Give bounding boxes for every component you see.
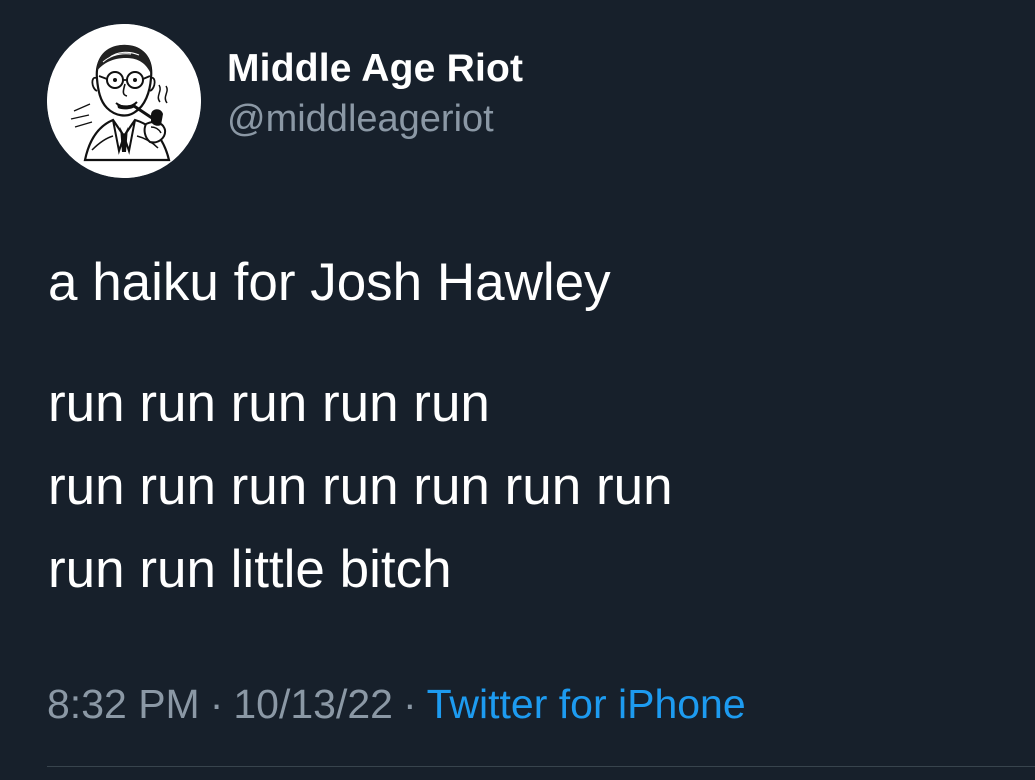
tweet-date[interactable]: 10/13/22 <box>233 681 393 727</box>
divider <box>47 766 1035 767</box>
avatar[interactable] <box>47 24 201 178</box>
poem-line-3: run run little bitch <box>48 540 452 599</box>
poem-line-1: run run run run run <box>48 374 490 433</box>
metadata-separator: · <box>209 681 224 727</box>
vintage-man-with-pipe-icon <box>47 24 201 178</box>
tweet-title: a haiku for Josh Hawley <box>48 253 611 312</box>
display-name[interactable]: Middle Age Riot <box>227 45 523 93</box>
user-handle[interactable]: @middleageriot <box>227 95 523 143</box>
tweet-header: Middle Age Riot @middleageriot <box>47 24 523 178</box>
poem-line-2: run run run run run run run <box>48 457 673 516</box>
tweet-body: run run run run run run run run run run … <box>48 362 673 611</box>
user-names: Middle Age Riot @middleageriot <box>227 45 523 143</box>
tweet-time[interactable]: 8:32 PM <box>47 681 200 727</box>
tweet-source-link[interactable]: Twitter for iPhone <box>427 681 746 727</box>
metadata-separator: · <box>402 681 417 727</box>
tweet-card: Middle Age Riot @middleageriot a haiku f… <box>0 0 1035 780</box>
tweet-metadata: 8:32 PM · 10/13/22 · Twitter for iPhone <box>47 678 746 730</box>
